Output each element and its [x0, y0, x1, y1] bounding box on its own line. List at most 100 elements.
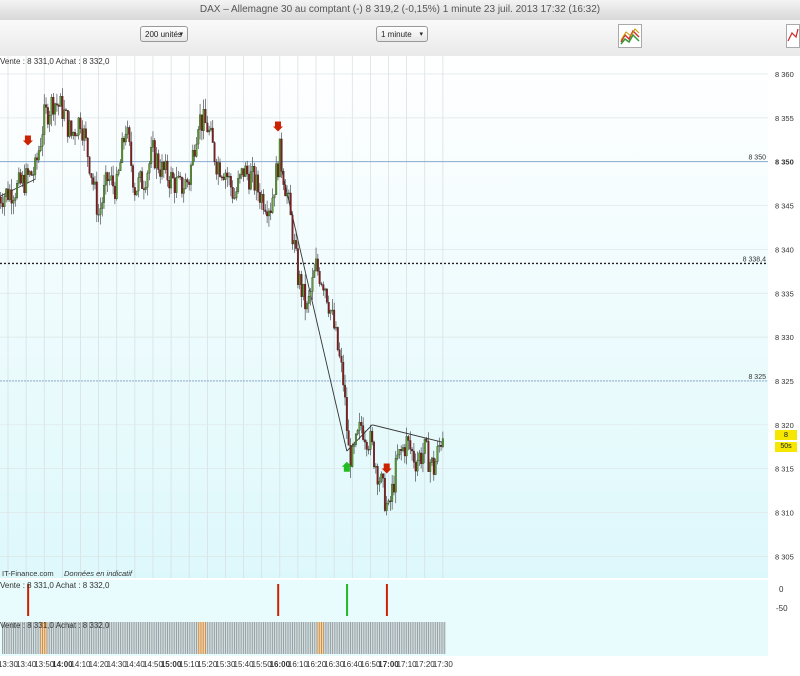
candle-body: [200, 114, 203, 131]
candle-body: [159, 169, 162, 177]
price-axis-label: 8 325: [775, 377, 794, 386]
candle-body: [414, 462, 417, 472]
candle-body: [400, 449, 403, 451]
time-axis-label: 16:40: [342, 660, 363, 669]
time-axis-label: 14:30: [106, 660, 127, 669]
volume-bar: [194, 622, 196, 654]
candle-body: [132, 165, 134, 188]
candle-body: [289, 192, 292, 216]
indicator1-axis-minus50: -50: [776, 604, 788, 613]
candle-body: [83, 128, 86, 141]
volume-bar: [181, 622, 183, 654]
volume-bar: [415, 622, 417, 654]
volume-bar: [368, 622, 370, 654]
volume-indicator-panel[interactable]: [0, 620, 800, 656]
candle-body: [106, 172, 109, 182]
candle-body: [36, 157, 38, 161]
candle-body: [374, 466, 377, 468]
volume-bar: [380, 622, 382, 654]
volume-bar: [373, 622, 375, 654]
candle-body: [142, 188, 145, 190]
candle-body: [249, 171, 252, 190]
candle-body: [421, 453, 424, 464]
candle-body: [86, 137, 89, 158]
time-axis-label: 15:20: [197, 660, 218, 669]
volume-bar: [154, 622, 156, 654]
volume-bar: [177, 622, 179, 654]
candle-body: [354, 433, 357, 445]
candle-body: [356, 430, 359, 435]
volume-bar: [152, 622, 154, 654]
candle-body: [238, 174, 241, 179]
volume-bar: [221, 622, 223, 654]
candle-body: [103, 185, 105, 203]
volume-bar: [206, 622, 208, 654]
volume-bar: [302, 622, 304, 654]
chart-header: Vente : 8 331,0 Achat : 8 332,0: [0, 57, 110, 66]
candle-body: [92, 177, 95, 185]
time-axis-label: 17:20: [414, 660, 435, 669]
volume-bar: [369, 622, 371, 654]
volume-bar: [214, 622, 216, 654]
volume-bar: [351, 622, 353, 654]
price-chart[interactable]: 8 350 8 338,4 8 325 8 360 8 355 8 350 8 345 8 …: [0, 56, 800, 578]
candle-body: [104, 172, 107, 186]
quantity-select[interactable]: 200 unités ▾: [140, 26, 188, 42]
candle-body: [322, 284, 325, 291]
price-axis-label: 8 310: [775, 509, 794, 518]
candle-body: [364, 439, 366, 443]
volume-bar: [147, 622, 149, 654]
candle-body: [130, 141, 133, 166]
candle-body: [224, 172, 227, 180]
candle-body: [141, 171, 144, 189]
volume-bar: [438, 622, 440, 654]
candle-body: [25, 168, 28, 193]
candle-body: [5, 188, 8, 197]
volume-bar: [420, 622, 422, 654]
candle-body: [8, 189, 11, 200]
volume-bar: [306, 622, 308, 654]
volume-bar: [141, 622, 143, 654]
volume-bar: [360, 622, 362, 654]
candle-body: [181, 176, 183, 194]
candle-body: [271, 197, 274, 213]
volume-bar: [244, 622, 246, 654]
volume-bar: [163, 622, 165, 654]
volume-bar: [161, 622, 163, 654]
time-axis-label: 16:10: [287, 660, 308, 669]
candle-body: [217, 162, 220, 175]
candle-body: [284, 184, 287, 197]
side-panel-icon[interactable]: [786, 24, 800, 48]
volume-bar: [320, 622, 323, 654]
candle-body: [327, 302, 330, 314]
candle-body: [431, 457, 433, 463]
candle-body: [360, 421, 363, 426]
volume-bar: [134, 622, 136, 654]
candle-body: [186, 179, 189, 183]
candle-body: [110, 175, 113, 180]
time-axis-label: 15:10: [179, 660, 200, 669]
volume-bar: [114, 622, 116, 654]
candle-body: [311, 277, 314, 292]
chart-type-icon[interactable]: [618, 24, 642, 48]
volume-bar: [266, 622, 268, 654]
volume-bar: [203, 622, 205, 654]
volume-bar: [243, 622, 245, 654]
candle-body: [54, 103, 57, 115]
interval-select[interactable]: 1 minute ▾: [376, 26, 428, 42]
candle-body: [153, 140, 156, 169]
candle-body: [171, 172, 174, 179]
candle-body: [204, 109, 207, 124]
candle-body: [233, 197, 236, 200]
volume-bar: [364, 622, 366, 654]
volume-bar: [427, 622, 429, 654]
candle-body: [213, 142, 216, 162]
candle-body: [39, 146, 42, 151]
volume-bar: [235, 622, 237, 654]
volume-bar: [315, 622, 317, 654]
price-axis-label: 8 355: [775, 114, 794, 123]
candle-body: [94, 181, 96, 185]
candle-body: [394, 458, 397, 493]
signal-indicator-panel[interactable]: [0, 580, 800, 620]
volume-bar: [277, 622, 279, 654]
